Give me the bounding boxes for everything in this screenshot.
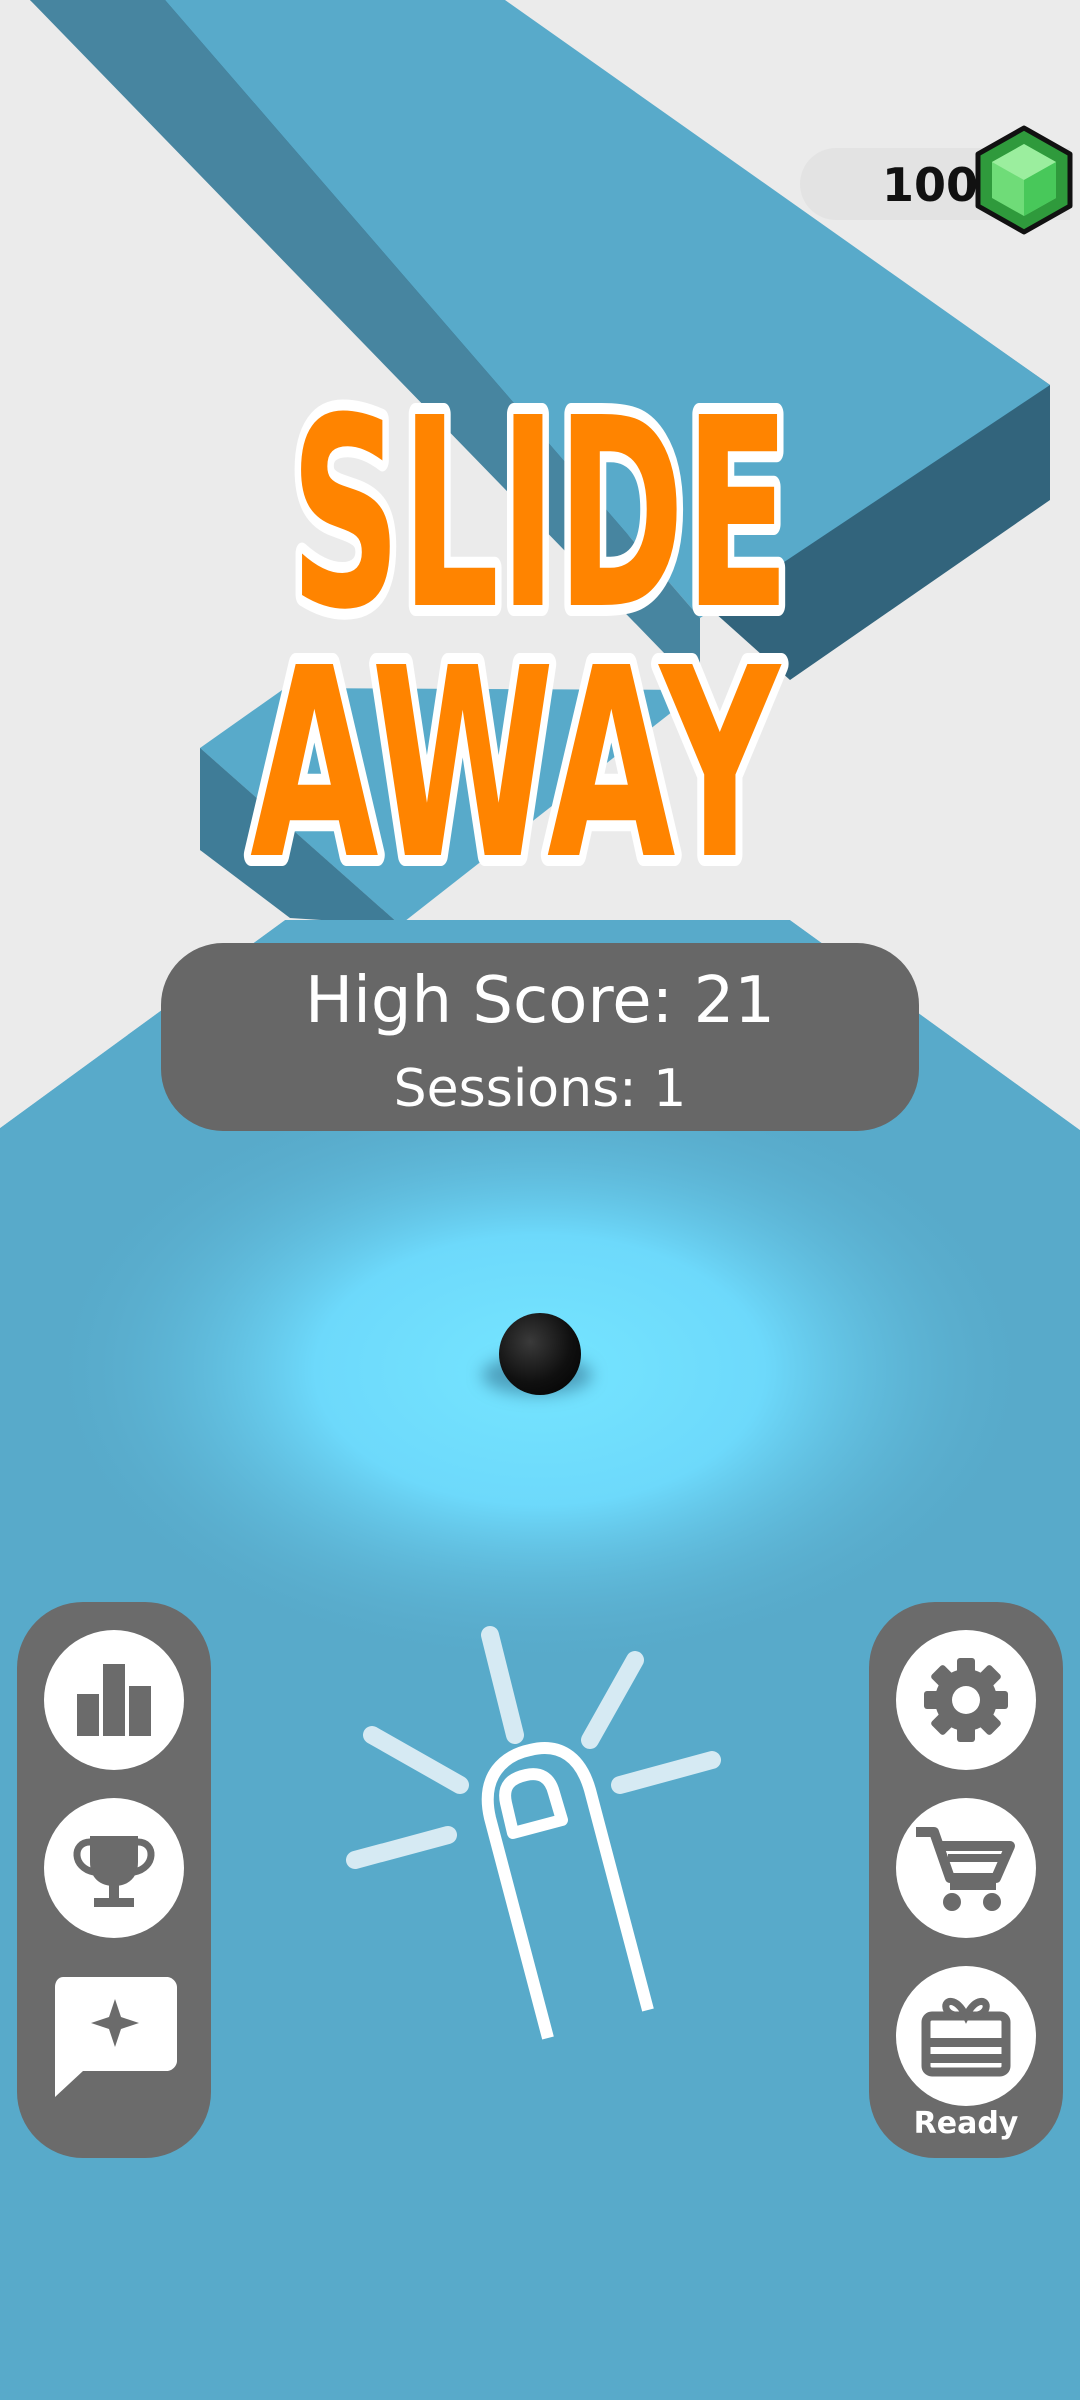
gift-status-label: Ready bbox=[913, 2106, 1019, 2141]
achievements-button[interactable] bbox=[44, 1798, 184, 1938]
high-score-text: High Score: 21 bbox=[304, 964, 776, 1038]
leaderboard-icon bbox=[77, 1664, 151, 1736]
right-menu-panel: Ready bbox=[869, 1602, 1063, 2158]
gift-button[interactable] bbox=[896, 1966, 1036, 2106]
shopping-cart-icon bbox=[916, 1827, 1015, 1911]
score-panel: High Score: 21 Sessions: 1 bbox=[161, 943, 919, 1131]
trophy-icon bbox=[73, 1836, 155, 1907]
gem-icon bbox=[975, 125, 1073, 235]
player-ball bbox=[499, 1313, 581, 1395]
tap-hint-icon bbox=[346, 1626, 721, 2040]
gear-icon bbox=[924, 1658, 1008, 1742]
title-line-2: AWAY bbox=[250, 612, 782, 900]
sessions-text: Sessions: 1 bbox=[393, 1059, 687, 1119]
leaderboard-button[interactable] bbox=[44, 1630, 184, 1770]
feedback-button[interactable] bbox=[53, 1977, 177, 2097]
game-title-logo: SLIDE AWAY bbox=[239, 360, 801, 900]
shop-button[interactable] bbox=[896, 1798, 1036, 1938]
settings-button[interactable] bbox=[896, 1630, 1036, 1770]
gift-icon bbox=[921, 1998, 1011, 2077]
gem-count: 100 bbox=[881, 158, 978, 212]
left-menu-panel bbox=[17, 1602, 211, 2158]
